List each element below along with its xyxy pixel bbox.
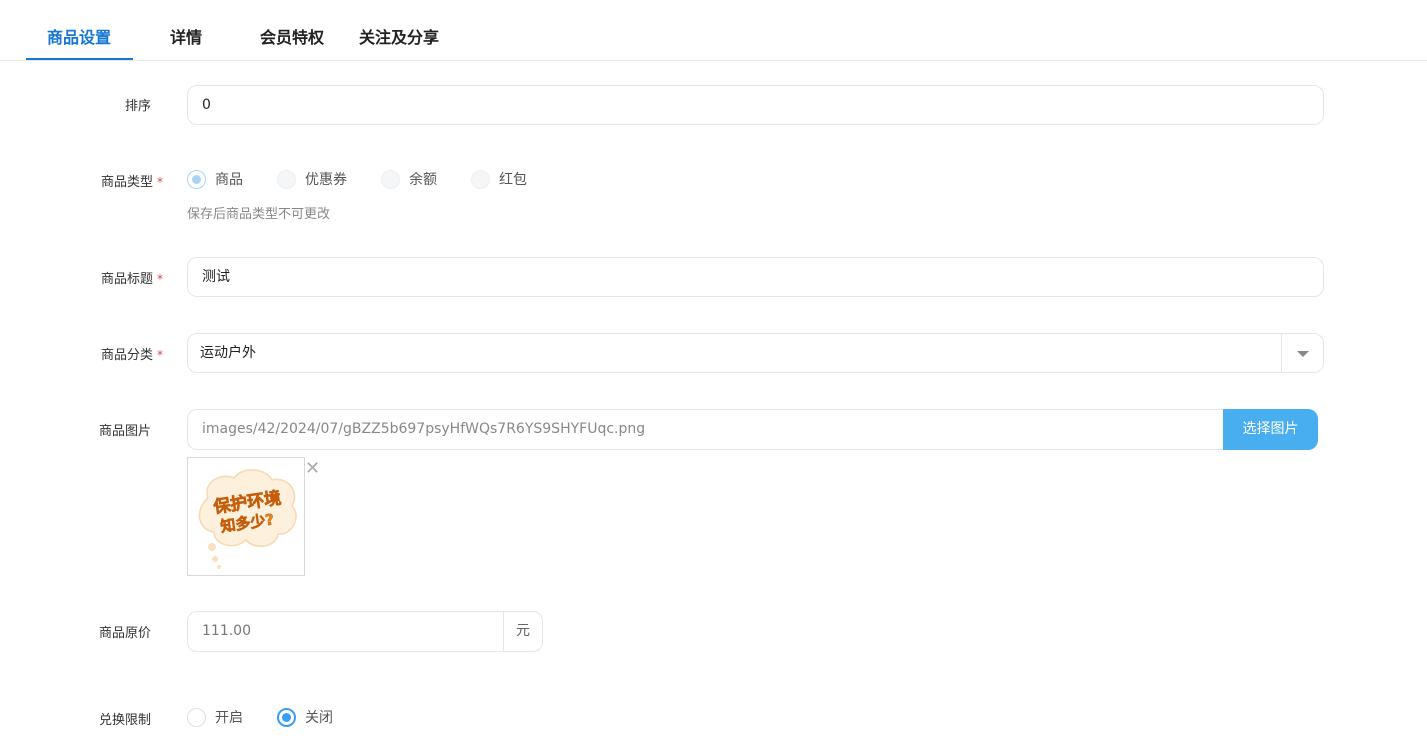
radio-dot [471,169,490,189]
product-title-label: 商品标题 * [100,272,163,287]
product-type-label: 商品类型 * [100,175,163,190]
tab-follow-share[interactable]: 关注及分享 [359,24,439,48]
radio-type-red-packet[interactable]: 红包 [471,169,527,189]
product-image-thumbnail: 保护环境 知多少? [187,457,305,576]
product-category-select[interactable]: 运动户外 [187,333,1324,373]
exchange-limit-radio-group: 开启 关闭 [187,707,367,727]
tab-product-settings[interactable]: 商品设置 [47,24,111,48]
tab-bar: 商品设置 详情 会员特权 关注及分享 [0,0,1427,61]
product-title-input[interactable]: 测试 [187,257,1324,297]
original-price-label: 商品原价 [98,626,151,641]
price-unit-addon: 元 [503,611,543,652]
radio-dot-checked [187,169,206,189]
radio-limit-off[interactable]: 关闭 [277,707,333,727]
radio-type-coupon[interactable]: 优惠券 [277,169,347,189]
product-image-label: 商品图片 [98,424,151,439]
product-category-label: 商品分类 * [100,348,163,363]
sort-label: 排序 [124,99,151,114]
sort-input[interactable]: 0 [187,85,1324,125]
radio-dot [277,169,296,189]
tab-details[interactable]: 详情 [170,24,202,48]
radio-type-balance[interactable]: 余额 [381,169,437,189]
caret-down-icon [1296,350,1309,357]
radio-type-goods[interactable]: 商品 [187,169,243,189]
remove-image-icon[interactable]: ✕ [305,460,320,478]
radio-dot-checked [277,707,296,727]
product-type-radio-group: 商品 优惠券 余额 红包 [187,169,561,189]
radio-dot [381,169,400,189]
active-tab-indicator [26,58,133,60]
category-dropdown-toggle[interactable] [1281,334,1323,373]
product-type-hint: 保存后商品类型不可更改 [187,207,331,222]
radio-dot [187,707,206,727]
select-image-button[interactable]: 选择图片 [1223,409,1318,450]
exchange-limit-label: 兑换限制 [98,713,151,728]
tab-member-privileges[interactable]: 会员特权 [260,24,324,48]
thought-bubble-image: 保护环境 知多少? [198,469,297,569]
radio-limit-on[interactable]: 开启 [187,707,243,727]
original-price-input[interactable]: 111.00 [187,611,504,652]
image-path-input[interactable]: images/42/2024/07/gBZZ5b697psyHfWQs7R6YS… [187,409,1227,450]
